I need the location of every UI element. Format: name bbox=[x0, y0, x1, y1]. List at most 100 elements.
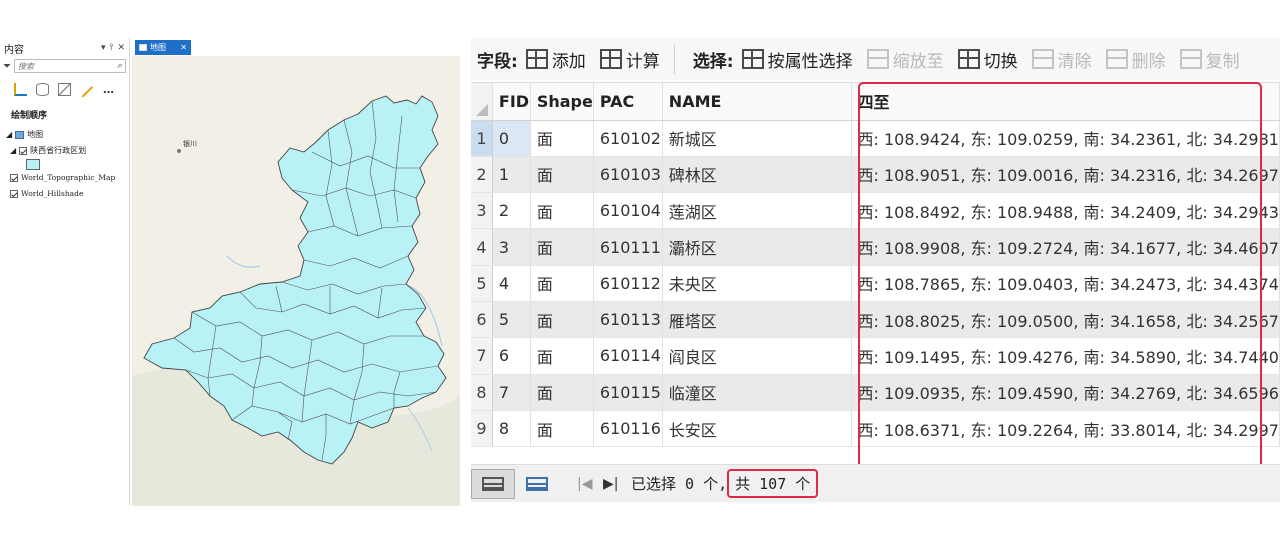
table-row[interactable]: 4 3 面 610111 灞桥区 西: 108.9908, 东: 109.2724, 南:… bbox=[471, 228, 1280, 266]
cell-pac[interactable]: 610115 bbox=[593, 374, 663, 411]
cell-fid[interactable]: 3 bbox=[492, 228, 531, 266]
cell-fid[interactable]: 6 bbox=[492, 337, 531, 375]
row-number[interactable]: 1 bbox=[471, 120, 493, 157]
cell-shape[interactable]: 面 bbox=[530, 192, 594, 230]
cell-name[interactable]: 未央区 bbox=[662, 265, 852, 302]
cell-shape[interactable]: 面 bbox=[530, 120, 594, 157]
row-number[interactable]: 5 bbox=[471, 265, 493, 302]
column-header-pac[interactable]: PAC bbox=[593, 83, 663, 121]
table-row[interactable]: 5 4 面 610112 未央区 西: 108.7865, 东: 109.0403, 南:… bbox=[471, 265, 1280, 302]
cell-pac[interactable]: 610112 bbox=[593, 265, 663, 302]
cell-shape[interactable]: 面 bbox=[530, 228, 594, 266]
column-header-name[interactable]: NAME bbox=[662, 83, 852, 121]
attribute-grid[interactable]: FID Shape PAC NAME 四至 1 0 面 610102 新城区 西: 108… bbox=[471, 82, 1280, 474]
cell-fid[interactable]: 4 bbox=[492, 265, 531, 302]
cell-pac[interactable]: 610111 bbox=[593, 228, 663, 266]
cell-shape[interactable]: 面 bbox=[530, 156, 594, 194]
cell-name[interactable]: 雁塔区 bbox=[662, 301, 852, 339]
cell-name[interactable]: 碑林区 bbox=[662, 156, 852, 194]
cell-shape[interactable]: 面 bbox=[530, 374, 594, 411]
clear-selection-button[interactable]: 清除 bbox=[1031, 47, 1092, 72]
pin-icon[interactable]: ⫯ bbox=[110, 43, 114, 53]
row-number[interactable]: 9 bbox=[471, 410, 493, 448]
cell-extent[interactable]: 西: 108.9908, 东: 109.2724, 南: 34.1677, 北:… bbox=[851, 228, 1280, 266]
table-row[interactable]: 3 2 面 610104 莲湖区 西: 108.8492, 东: 108.9488, 南:… bbox=[471, 192, 1280, 230]
cell-extent[interactable]: 西: 108.6371, 东: 109.2264, 南: 33.8014, 北:… bbox=[851, 410, 1280, 448]
close-icon[interactable]: ✕ bbox=[180, 43, 187, 52]
cell-shape[interactable]: 面 bbox=[530, 337, 594, 375]
cell-name[interactable]: 新城区 bbox=[662, 120, 852, 157]
tab-map[interactable]: 地图 ✕ bbox=[135, 40, 191, 55]
map-node[interactable]: ◢ 地图 bbox=[6, 127, 129, 143]
row-number[interactable]: 6 bbox=[471, 301, 493, 339]
cell-extent[interactable]: 西: 108.9051, 东: 109.0016, 南: 34.2316, 北:… bbox=[851, 156, 1280, 194]
cell-pac[interactable]: 610104 bbox=[593, 192, 663, 230]
cell-extent[interactable]: 西: 108.8492, 东: 108.9488, 南: 34.2409, 北:… bbox=[851, 192, 1280, 230]
list-by-selection-icon[interactable] bbox=[58, 82, 71, 96]
select-all-corner[interactable] bbox=[471, 83, 493, 121]
close-icon[interactable]: ✕ bbox=[117, 43, 125, 53]
column-header-fid[interactable]: FID bbox=[492, 83, 531, 121]
table-row[interactable]: 9 8 面 610116 长安区 西: 108.6371, 东: 109.2264, 南:… bbox=[471, 410, 1280, 448]
contents-search-input[interactable] bbox=[18, 61, 78, 71]
cell-extent[interactable]: 西: 108.8025, 东: 109.0500, 南: 34.1658, 北:… bbox=[851, 301, 1280, 339]
cell-name[interactable]: 阎良区 bbox=[662, 337, 852, 375]
last-record-icon[interactable]: ▶| bbox=[603, 476, 623, 492]
layer-item-boundary[interactable]: ◢ 陕西省行政区划 bbox=[6, 143, 129, 159]
map-canvas[interactable]: 银川 bbox=[132, 56, 460, 506]
row-number[interactable]: 2 bbox=[471, 156, 493, 194]
zoom-to-button[interactable]: 缩放至 bbox=[866, 47, 944, 72]
cell-pac[interactable]: 610113 bbox=[593, 301, 663, 339]
table-row[interactable]: 6 5 面 610113 雁塔区 西: 108.8025, 东: 109.0500, 南:… bbox=[471, 301, 1280, 339]
cell-extent[interactable]: 西: 109.1495, 东: 109.4276, 南: 34.5890, 北:… bbox=[851, 337, 1280, 375]
cell-name[interactable]: 灞桥区 bbox=[662, 228, 852, 266]
row-number[interactable]: 7 bbox=[471, 337, 493, 375]
cell-pac[interactable]: 610116 bbox=[593, 410, 663, 448]
row-number[interactable]: 8 bbox=[471, 374, 493, 411]
table-row[interactable]: 7 6 面 610114 阎良区 西: 109.1495, 东: 109.4276, 南:… bbox=[471, 337, 1280, 375]
cell-pac[interactable]: 610114 bbox=[593, 337, 663, 375]
filter-icon[interactable]: ⏷ bbox=[3, 61, 11, 72]
layer-visibility-checkbox[interactable] bbox=[10, 190, 18, 198]
first-record-icon[interactable]: |◀ bbox=[577, 476, 597, 492]
layer-symbol-swatch[interactable] bbox=[26, 159, 40, 170]
list-by-editing-icon[interactable] bbox=[80, 84, 94, 98]
cell-fid[interactable]: 2 bbox=[492, 192, 531, 230]
calculate-field-button[interactable]: 计算 bbox=[599, 47, 660, 72]
column-header-extent[interactable]: 四至 bbox=[851, 83, 1280, 121]
cell-name[interactable]: 临潼区 bbox=[662, 374, 852, 411]
layer-visibility-checkbox[interactable] bbox=[19, 147, 28, 155]
cell-extent[interactable]: 西: 108.7865, 东: 109.0403, 南: 34.2473, 北:… bbox=[851, 265, 1280, 302]
pane-options-icon[interactable]: ▾ bbox=[101, 43, 106, 53]
cell-fid[interactable]: 0 bbox=[492, 120, 531, 157]
cell-pac[interactable]: 610102 bbox=[593, 120, 663, 157]
layer-item-hillshade[interactable]: World_Hillshade bbox=[6, 186, 129, 202]
list-by-data-source-icon[interactable] bbox=[36, 82, 49, 96]
cell-extent[interactable]: 西: 109.0935, 东: 109.4590, 南: 34.2769, 北:… bbox=[851, 374, 1280, 411]
table-row[interactable]: 1 0 面 610102 新城区 西: 108.9424, 东: 109.0259, 南:… bbox=[471, 120, 1280, 157]
cell-fid[interactable]: 8 bbox=[492, 410, 531, 448]
table-row[interactable]: 2 1 面 610103 碑林区 西: 108.9051, 东: 109.0016, 南:… bbox=[471, 156, 1280, 194]
cell-name[interactable]: 长安区 bbox=[662, 410, 852, 448]
search-icon[interactable]: ⌕ bbox=[117, 61, 122, 71]
cell-shape[interactable]: 面 bbox=[530, 265, 594, 302]
cell-shape[interactable]: 面 bbox=[530, 301, 594, 339]
cell-pac[interactable]: 610103 bbox=[593, 156, 663, 194]
cell-shape[interactable]: 面 bbox=[530, 410, 594, 448]
cell-fid[interactable]: 5 bbox=[492, 301, 531, 339]
list-by-drawing-order-icon[interactable] bbox=[14, 82, 27, 96]
table-row[interactable]: 8 7 面 610115 临潼区 西: 109.0935, 东: 109.4590, 南:… bbox=[471, 374, 1280, 411]
switch-selection-button[interactable]: 切换 bbox=[957, 47, 1018, 72]
collapse-icon[interactable]: ◢ bbox=[10, 143, 16, 159]
copy-button[interactable]: 复制 bbox=[1179, 47, 1240, 72]
select-by-attributes-button[interactable]: 按属性选择 bbox=[741, 47, 853, 72]
cell-fid[interactable]: 1 bbox=[492, 156, 531, 194]
row-number[interactable]: 3 bbox=[471, 192, 493, 230]
show-all-records-button[interactable] bbox=[471, 468, 515, 499]
cell-name[interactable]: 莲湖区 bbox=[662, 192, 852, 230]
cell-extent[interactable]: 西: 108.9424, 东: 109.0259, 南: 34.2361, 北:… bbox=[851, 120, 1280, 157]
contents-search[interactable]: ⌕ bbox=[14, 59, 126, 73]
layer-item-topo[interactable]: World_Topographic_Map bbox=[6, 170, 129, 186]
cell-fid[interactable]: 7 bbox=[492, 374, 531, 411]
show-selected-records-button[interactable] bbox=[515, 469, 559, 499]
